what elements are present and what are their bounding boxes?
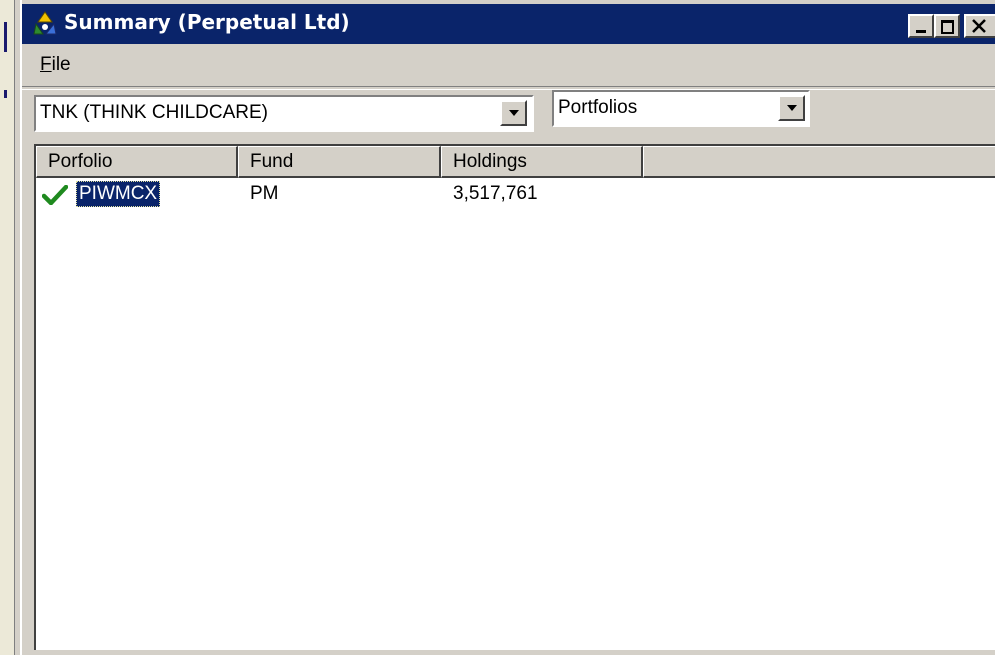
column-header-fund[interactable]: Fund [238,146,441,178]
menu-bar: File [22,46,995,84]
close-button[interactable] [964,14,995,38]
security-combo-dropdown-button[interactable] [500,100,527,126]
view-combo[interactable]: Portfolios [552,90,810,127]
column-header-empty[interactable] [643,146,995,178]
cell-fund: PM [250,183,279,204]
column-header-portfolio[interactable]: Porfolio [36,146,238,178]
security-combo[interactable]: TNK (THINK CHILDCARE) [34,95,534,132]
cell-portfolio[interactable]: PIWMCX [76,181,161,207]
maximize-button[interactable] [934,14,960,38]
column-header-holdings[interactable]: Holdings [441,146,643,178]
minimize-icon [916,30,926,33]
title-bar[interactable]: Summary (Perpetual Ltd) [22,4,995,44]
chevron-down-icon [787,105,797,111]
window-title: Summary (Perpetual Ltd) [64,10,350,34]
summary-window: Summary (Perpetual Ltd) File TNK (THINK … [20,0,995,655]
recycle-icon [33,11,57,35]
background-window-edge [0,0,15,655]
cell-holdings: 3,517,761 [453,183,538,204]
view-combo-value: Portfolios [558,97,638,118]
table-row[interactable]: PIWMCX PM 3,517,761 [36,180,995,208]
menu-file[interactable]: File [40,54,71,76]
check-icon [42,185,68,205]
portfolio-list[interactable]: Porfolio Fund Holdings PIWMCX PM 3,517,7… [34,144,995,650]
minimize-button[interactable] [908,14,934,38]
close-icon [972,19,986,33]
maximize-icon [941,20,954,34]
list-header: Porfolio Fund Holdings [36,146,995,178]
menu-separator [22,86,995,90]
view-combo-dropdown-button[interactable] [778,95,805,121]
chevron-down-icon [509,110,519,116]
security-combo-value: TNK (THINK CHILDCARE) [40,102,269,123]
